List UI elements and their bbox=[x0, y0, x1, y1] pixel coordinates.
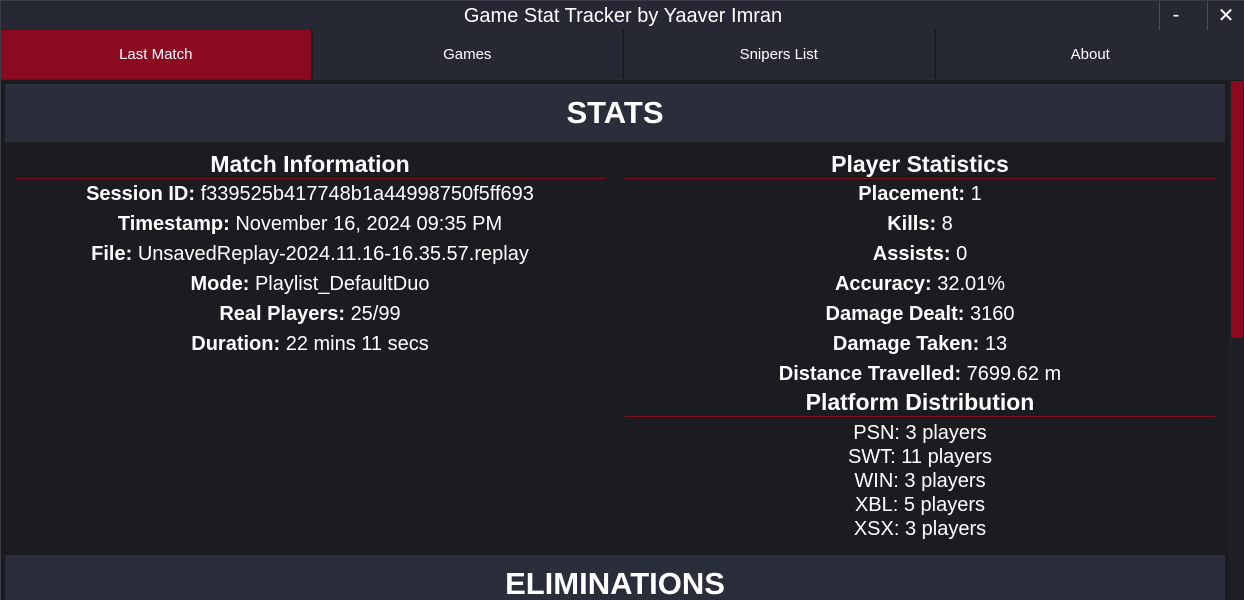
stat-row-damage-dealt: Damage Dealt: 3160 bbox=[625, 299, 1215, 329]
platform-item: PSN: 3 players bbox=[853, 422, 987, 444]
stats-header: STATS bbox=[5, 84, 1225, 142]
stat-row-timestamp: Timestamp: November 16, 2024 09:35 PM bbox=[15, 209, 605, 239]
platform-distribution-title: Platform Distribution bbox=[625, 390, 1215, 417]
stat-value: 8 bbox=[941, 213, 953, 235]
tab-bar: Last Match Games Snipers List About bbox=[1, 30, 1244, 80]
stat-value: 25/99 bbox=[350, 303, 401, 325]
stat-value: f339525b417748b1a44998750f5ff693 bbox=[200, 183, 534, 205]
player-statistics-title: Player Statistics bbox=[625, 152, 1215, 179]
stat-label: Kills: bbox=[887, 213, 937, 235]
tab-last-match[interactable]: Last Match bbox=[1, 30, 313, 79]
stat-label: File: bbox=[91, 243, 133, 265]
stat-row-placement: Placement: 1 bbox=[625, 179, 1215, 209]
close-icon: ✕ bbox=[1217, 5, 1235, 27]
tab-snipers-list[interactable]: Snipers List bbox=[624, 30, 936, 79]
window-title: Game Stat Tracker by Yaaver Imran bbox=[463, 5, 783, 27]
platform-list: PSN: 3 players SWT: 11 players WIN: 3 pl… bbox=[625, 421, 1215, 541]
stat-row-session-id: Session ID: f339525b417748b1a44998750f5f… bbox=[15, 179, 605, 209]
stat-label: Accuracy: bbox=[834, 273, 932, 295]
stat-row-accuracy: Accuracy: 32.01% bbox=[625, 269, 1215, 299]
tab-label: Last Match bbox=[119, 46, 193, 63]
stat-value: UnsavedReplay-2024.11.16-16.35.57.replay bbox=[137, 243, 529, 265]
platform-item: XSX: 3 players bbox=[853, 518, 987, 540]
stat-label: Mode: bbox=[190, 273, 250, 295]
tab-label: About bbox=[1070, 46, 1110, 63]
stat-value: 0 bbox=[956, 243, 968, 265]
player-statistics-panel: Player Statistics Placement: 1 Kills: 8 … bbox=[625, 152, 1215, 541]
tab-label: Snipers List bbox=[739, 46, 818, 63]
stat-row-distance-travelled: Distance Travelled: 7699.62 m bbox=[625, 359, 1215, 389]
platform-item: XBL: 5 players bbox=[854, 494, 986, 516]
stat-label: Real Players: bbox=[219, 303, 345, 325]
tab-games[interactable]: Games bbox=[313, 30, 624, 79]
stat-value: November 16, 2024 09:35 PM bbox=[235, 213, 503, 235]
stat-value: 3160 bbox=[970, 303, 1015, 325]
close-button[interactable]: ✕ bbox=[1207, 1, 1244, 30]
stat-row-assists: Assists: 0 bbox=[625, 239, 1215, 269]
stat-row-kills: Kills: 8 bbox=[625, 209, 1215, 239]
minimize-button[interactable]: - bbox=[1159, 1, 1192, 30]
stat-label: Duration: bbox=[191, 333, 281, 355]
stat-label: Assists: bbox=[872, 243, 951, 265]
stat-row-duration: Duration: 22 mins 11 secs bbox=[15, 329, 605, 359]
eliminations-header: ELIMINATIONS bbox=[5, 555, 1225, 600]
title-bar[interactable]: Game Stat Tracker by Yaaver Imran - ✕ bbox=[1, 1, 1244, 30]
stat-row-mode: Mode: Playlist_DefaultDuo bbox=[15, 269, 605, 299]
stat-label: Timestamp: bbox=[117, 213, 230, 235]
stat-value: 13 bbox=[984, 333, 1008, 355]
stat-value: 7699.62 m bbox=[966, 363, 1062, 385]
match-information-title: Match Information bbox=[15, 152, 605, 179]
tab-about[interactable]: About bbox=[936, 30, 1244, 79]
minimize-icon: - bbox=[1172, 4, 1180, 26]
stat-label: Distance Travelled: bbox=[778, 363, 962, 385]
stat-row-file: File: UnsavedReplay-2024.11.16-16.35.57.… bbox=[15, 239, 605, 269]
stat-value: 22 mins 11 secs bbox=[285, 333, 429, 355]
stat-label: Placement: bbox=[858, 183, 966, 205]
stat-value: Playlist_DefaultDuo bbox=[254, 273, 430, 295]
stat-label: Session ID: bbox=[86, 183, 196, 205]
scroll-content: STATS Match Information Session ID: f339… bbox=[1, 81, 1229, 600]
stat-label: Damage Dealt: bbox=[825, 303, 965, 325]
stat-value: 1 bbox=[970, 183, 982, 205]
platform-item: WIN: 3 players bbox=[854, 470, 986, 492]
app-window: Game Stat Tracker by Yaaver Imran - ✕ La… bbox=[0, 0, 1244, 600]
match-information-panel: Match Information Session ID: f339525b41… bbox=[15, 152, 605, 359]
scrollbar-thumb[interactable] bbox=[1231, 81, 1243, 338]
stat-label: Damage Taken: bbox=[832, 333, 980, 355]
stat-row-damage-taken: Damage Taken: 13 bbox=[625, 329, 1215, 359]
platform-item: SWT: 11 players bbox=[847, 446, 993, 468]
stat-row-real-players: Real Players: 25/99 bbox=[15, 299, 605, 329]
vertical-scrollbar[interactable] bbox=[1229, 81, 1244, 600]
tab-label: Games bbox=[443, 46, 492, 63]
stat-value: 32.01% bbox=[937, 273, 1006, 295]
